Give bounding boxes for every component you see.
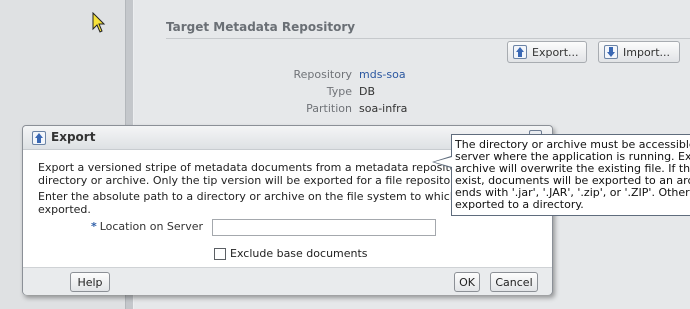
required-marker: * [90,220,97,233]
import-button[interactable]: Import... [598,41,680,63]
tooltip-pointer-fill [434,157,452,167]
export-button[interactable]: Export... [507,41,587,63]
dialog-title: Export [51,130,96,144]
cancel-button[interactable]: Cancel [490,272,538,292]
export-button-label: Export... [532,45,579,59]
type-value: DB [359,85,376,98]
tooltip-line: exported to a directory. [455,198,584,211]
repository-value[interactable]: mds-soa [359,68,406,81]
partition-value: soa-infra [359,102,408,115]
partition-label: Partition [306,102,352,115]
location-tooltip: The directory or archive must be accessi… [451,134,690,216]
exclude-base-documents-label: Exclude base documents [230,247,368,260]
section-divider [166,38,690,39]
import-icon [604,45,618,59]
repository-label: Repository [293,68,353,81]
location-label-text: Location on Server [99,220,203,233]
export-icon [513,45,527,59]
exclude-base-documents-checkbox[interactable] [214,248,226,260]
location-label: * Location on Server [83,220,203,233]
help-button[interactable]: Help [70,272,110,292]
type-label: Type [326,85,352,98]
import-button-label: Import... [623,45,670,59]
dialog-footer: Help OK Cancel [23,267,552,295]
mouse-pointer-icon [92,12,106,33]
location-on-server-input[interactable] [212,219,436,236]
export-icon [32,131,46,145]
section-title: Target Metadata Repository [166,20,356,34]
ok-button[interactable]: OK [454,272,480,292]
